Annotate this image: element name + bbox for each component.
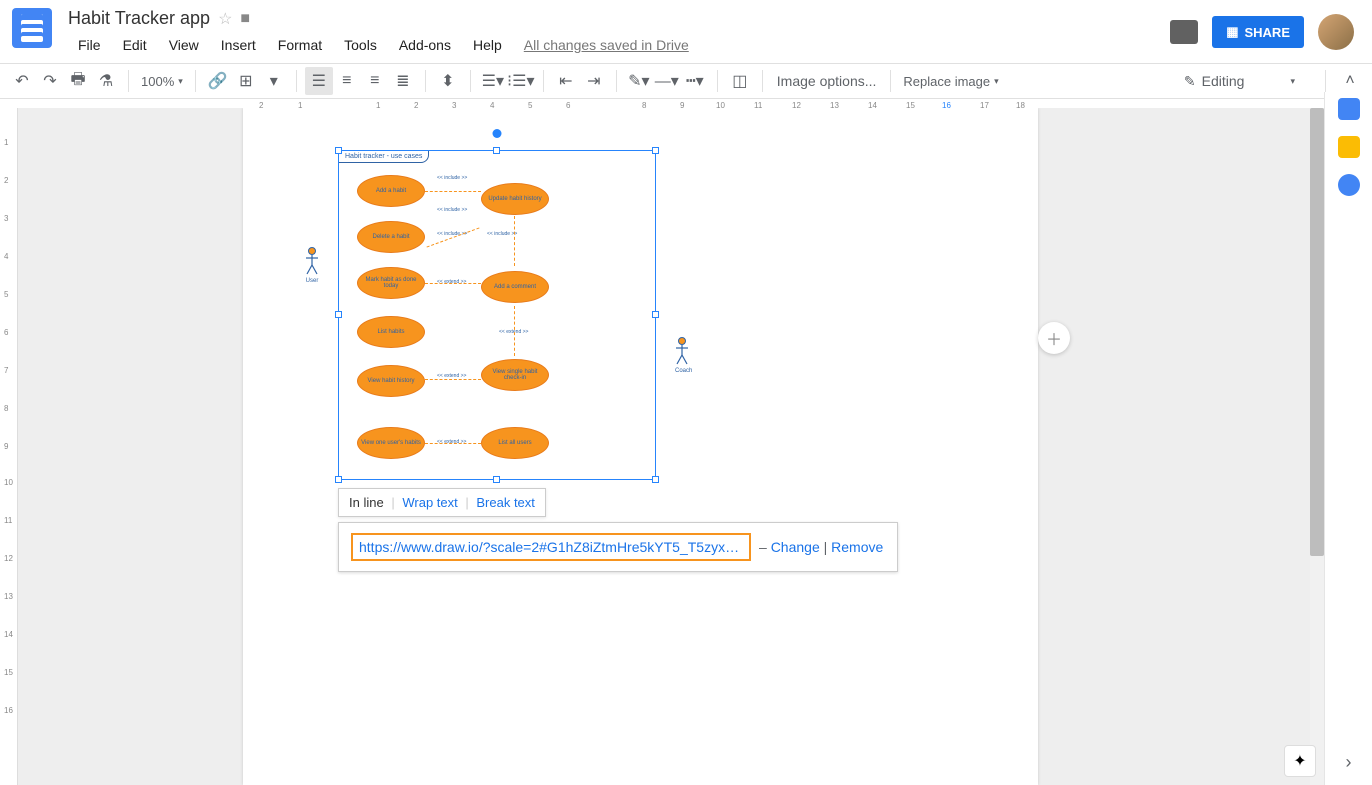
image-options-button[interactable]: Image options... <box>767 73 887 89</box>
document-title[interactable]: Habit Tracker app <box>68 8 210 29</box>
menu-edit[interactable]: Edit <box>113 33 157 57</box>
hide-menus-button[interactable]: ˄ <box>1336 67 1364 95</box>
align-left-button[interactable]: ☰ <box>305 67 333 95</box>
insert-image-button[interactable]: ▾ <box>260 67 288 95</box>
user-avatar[interactable] <box>1318 14 1354 50</box>
zoom-dropdown[interactable]: 100% <box>133 74 191 89</box>
layout-popup: In line | Wrap text | Break text <box>338 488 546 517</box>
numbered-list-button[interactable]: ☰▾ <box>479 67 507 95</box>
explore-button[interactable]: ✦ <box>1284 745 1316 777</box>
insert-link-button[interactable]: 🔗 <box>204 67 232 95</box>
share-label: SHARE <box>1244 25 1290 40</box>
paint-format-button[interactable]: ⚗ <box>92 67 120 95</box>
pencil-icon: ✎ <box>1184 73 1196 90</box>
menu-format[interactable]: Format <box>268 33 332 57</box>
uc-list-habits: List habits <box>357 316 425 348</box>
uc-mark-done: Mark habit as done today <box>357 267 425 299</box>
side-panel: › <box>1324 92 1372 785</box>
calendar-addon-icon[interactable] <box>1338 98 1360 120</box>
vertical-ruler[interactable]: 1 2 3 4 5 6 7 8 9 10 11 12 13 14 15 16 <box>0 108 18 785</box>
share-icon: ▦ <box>1226 24 1238 40</box>
menu-addons[interactable]: Add-ons <box>389 33 461 57</box>
link-change[interactable]: Change <box>771 539 820 555</box>
uc-view-history: View habit history <box>357 365 425 397</box>
app-header: Habit Tracker app ☆ ■ File Edit View Ins… <box>0 0 1372 57</box>
docs-app-icon[interactable] <box>12 8 52 48</box>
undo-button[interactable]: ↶ <box>8 67 36 95</box>
editing-mode-dropdown[interactable]: ✎ Editing ▾ <box>1164 73 1315 90</box>
layout-inline[interactable]: In line <box>349 495 384 510</box>
redo-button[interactable]: ↷ <box>36 67 64 95</box>
uc-update-history: Update habit history <box>481 183 549 215</box>
add-comment-button[interactable]: ⊞ <box>232 67 260 95</box>
rotate-handle[interactable] <box>493 129 502 138</box>
diagram-image[interactable]: Habit tracker - use cases User Coach Add… <box>338 150 656 480</box>
toolbar: ↶ ↷ 🖶 ⚗ 100% 🔗 ⊞ ▾ ☰ ≡ ≡ ≣ ⬍ ☰▾ ⁝☰▾ ⇤ ⇥ … <box>0 63 1372 99</box>
align-justify-button[interactable]: ≣ <box>389 67 417 95</box>
layout-wrap[interactable]: Wrap text <box>402 495 457 510</box>
diagram-title: Habit tracker - use cases <box>338 150 429 163</box>
increase-indent-button[interactable]: ⇥ <box>580 67 608 95</box>
menu-bar: File Edit View Insert Format Tools Add-o… <box>68 33 1170 57</box>
star-icon[interactable]: ☆ <box>218 9 232 29</box>
editing-label: Editing <box>1202 73 1245 89</box>
layout-break[interactable]: Break text <box>476 495 535 510</box>
menu-insert[interactable]: Insert <box>211 33 266 57</box>
print-button[interactable]: 🖶 <box>64 67 92 95</box>
link-url[interactable]: https://www.draw.io/?scale=2#G1hZ8iZtmHr… <box>351 533 751 561</box>
share-button[interactable]: ▦ SHARE <box>1212 16 1304 48</box>
tasks-addon-icon[interactable] <box>1338 174 1360 196</box>
document-area: 1 2 3 4 5 6 7 8 9 10 11 12 13 14 15 16 H… <box>0 108 1324 785</box>
menu-view[interactable]: View <box>159 33 209 57</box>
document-page[interactable]: Habit tracker - use cases User Coach Add… <box>243 108 1038 785</box>
align-right-button[interactable]: ≡ <box>361 67 389 95</box>
line-spacing-button[interactable]: ⬍ <box>434 67 462 95</box>
move-folder-icon[interactable]: ■ <box>240 10 250 28</box>
save-status[interactable]: All changes saved in Drive <box>514 33 699 57</box>
menu-help[interactable]: Help <box>463 33 512 57</box>
scrollbar[interactable] <box>1310 108 1324 785</box>
crop-button[interactable]: ◫ <box>726 67 754 95</box>
decrease-indent-button[interactable]: ⇤ <box>552 67 580 95</box>
uc-view-one: View one user's habits <box>357 427 425 459</box>
uc-list-users: List all users <box>481 427 549 459</box>
keep-addon-icon[interactable] <box>1338 136 1360 158</box>
actor-coach: Coach <box>675 337 689 374</box>
add-comment-fab[interactable]: ＋ <box>1038 322 1070 354</box>
menu-tools[interactable]: Tools <box>334 33 387 57</box>
uc-delete-habit: Delete a habit <box>357 221 425 253</box>
scrollbar-thumb[interactable] <box>1310 108 1324 556</box>
menu-file[interactable]: File <box>68 33 111 57</box>
border-color-button[interactable]: ✎▾ <box>625 67 653 95</box>
bulleted-list-button[interactable]: ⁝☰▾ <box>507 67 535 95</box>
uc-view-single: View single habit check-in <box>481 359 549 391</box>
uc-add-comment: Add a comment <box>481 271 549 303</box>
hide-side-panel-button[interactable]: › <box>1346 752 1352 773</box>
uc-add-habit: Add a habit <box>357 175 425 207</box>
border-dash-button[interactable]: ┅▾ <box>681 67 709 95</box>
align-center-button[interactable]: ≡ <box>333 67 361 95</box>
link-remove[interactable]: Remove <box>831 539 883 555</box>
border-weight-button[interactable]: —▾ <box>653 67 681 95</box>
actor-user: User <box>305 247 319 284</box>
replace-image-dropdown[interactable]: Replace image <box>895 74 1006 89</box>
comments-button[interactable] <box>1170 20 1198 44</box>
link-popup: https://www.draw.io/?scale=2#G1hZ8iZtmHr… <box>338 522 898 572</box>
